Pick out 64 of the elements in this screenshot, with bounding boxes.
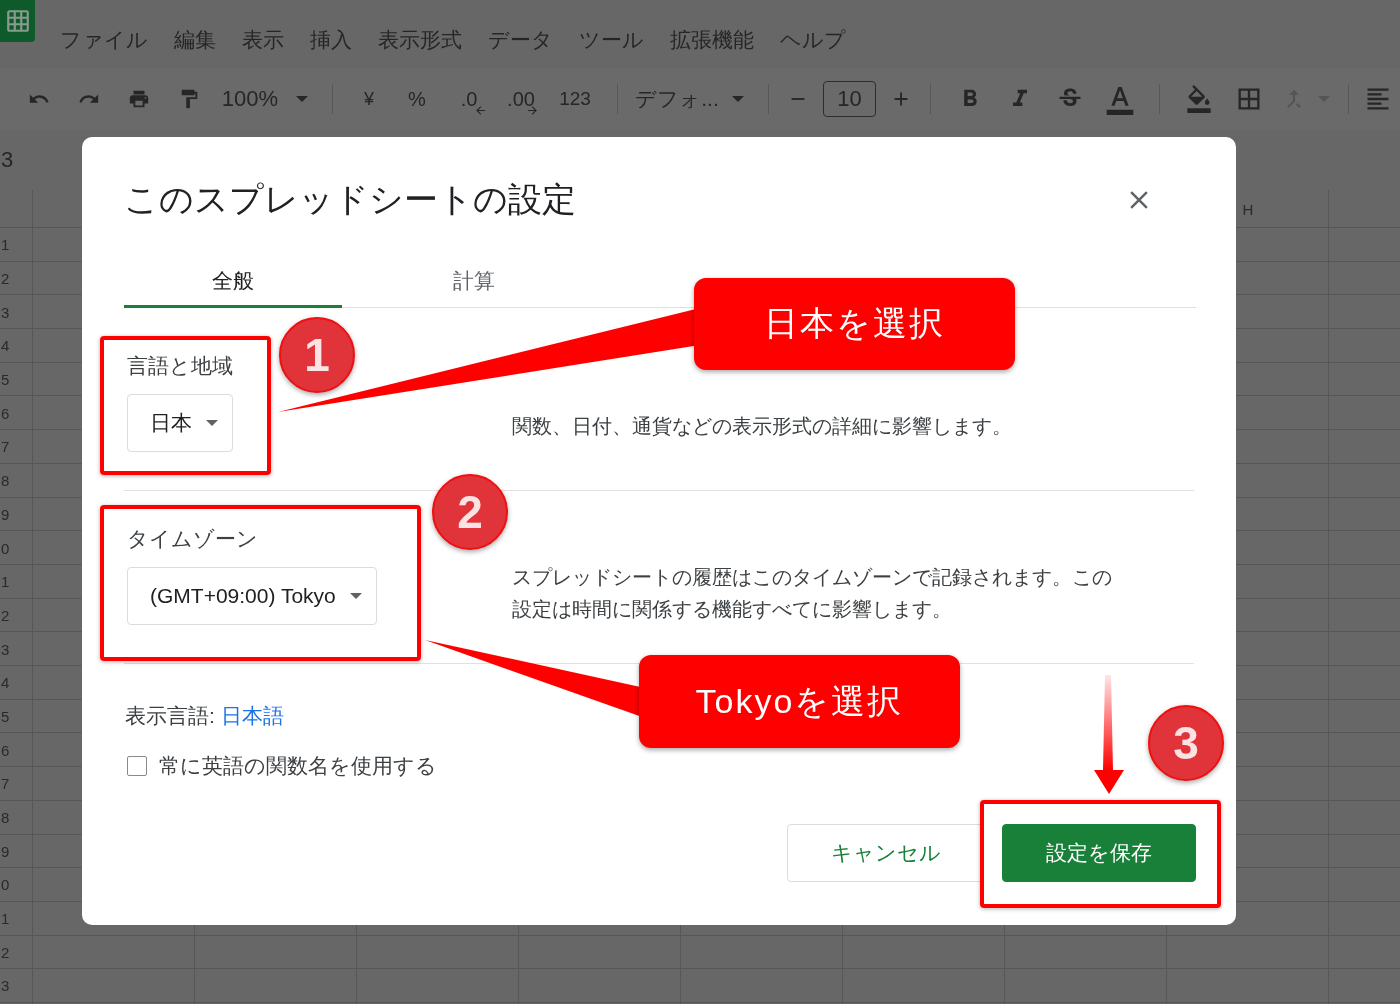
row-number: 6: [1, 741, 10, 759]
menu-item[interactable]: ヘルプ: [780, 26, 846, 54]
row-number: 8: [1, 809, 10, 827]
row-number: 4: [1, 674, 10, 692]
menu-item[interactable]: ツール: [579, 26, 644, 54]
menu-item[interactable]: 表示形式: [378, 26, 462, 54]
column-header: H: [1242, 200, 1254, 218]
font-size-field[interactable]: 10: [823, 81, 876, 117]
row-number: 1: [1, 236, 10, 254]
field-description: 関数、日付、通貨などの表示形式の詳細に影響します。: [512, 414, 1013, 439]
row-number: 5: [1, 707, 10, 725]
locale-select[interactable]: 日本: [127, 394, 233, 452]
tab[interactable]: 計算: [342, 267, 606, 308]
currency-button[interactable]: ¥: [347, 81, 391, 117]
checkbox-label: 常に英語の関数名を使用する: [159, 753, 437, 779]
dialog-title: このスプレッドシートの設定: [124, 179, 576, 220]
zoom-select[interactable]: 100%: [214, 81, 286, 117]
menu-item[interactable]: 表示: [242, 26, 284, 54]
left-arrow-icon: [474, 104, 487, 117]
field-label: 言語と地域: [127, 353, 233, 379]
row-number: 9: [1, 842, 10, 860]
row-number: 0: [1, 876, 10, 894]
row-number: 3: [1, 303, 10, 321]
row-number: 4: [1, 337, 10, 355]
menu-item[interactable]: ファイル: [60, 26, 148, 54]
row-number: 6: [1, 404, 10, 422]
timezone-select[interactable]: (GMT+09:00) Tokyo: [127, 567, 377, 625]
caret-icon: [349, 593, 362, 599]
field-label: タイムゾーン: [127, 526, 258, 552]
save-button[interactable]: 設定を保存: [1002, 824, 1196, 882]
menu-item[interactable]: 拡張機能: [670, 26, 754, 54]
row-number: 1: [1, 910, 10, 928]
row-number: 8: [1, 472, 10, 490]
field-description: スプレッドシートの履歴はこのタイムゾーンで記録されます。この設定は時間に関係する機能すべてに影響します。: [512, 565, 1113, 622]
caret-icon: [732, 96, 744, 102]
decrease-decimals-button[interactable]: .0: [443, 81, 495, 117]
menu-item[interactable]: 挿入: [310, 26, 352, 54]
callout: Tokyoを選択: [639, 655, 960, 748]
checkbox[interactable]: [127, 756, 147, 776]
row-number: 2: [1, 606, 10, 624]
row-number: 7: [1, 775, 10, 793]
row-number: 2: [1, 270, 10, 288]
caret-icon: [206, 420, 218, 426]
row-number: 5: [1, 371, 10, 389]
row-number: 2: [1, 943, 10, 961]
menu-item[interactable]: データ: [488, 26, 553, 54]
increase-decimals-button[interactable]: .00: [495, 81, 547, 117]
tab[interactable]: 全般: [124, 267, 342, 308]
row-number: 7: [1, 438, 10, 456]
right-arrow-icon: [526, 104, 539, 117]
row-number: 3: [1, 640, 10, 658]
caret-icon: [296, 96, 308, 102]
language-link[interactable]: 日本語: [220, 704, 284, 727]
row-number: 0: [1, 539, 10, 557]
row-number: 3: [1, 977, 10, 995]
percent-button[interactable]: %: [391, 81, 443, 117]
cell-reference: 3: [1, 147, 14, 173]
row-number: 1: [1, 573, 10, 591]
font-select[interactable]: デフォ...: [632, 81, 722, 117]
menu-item[interactable]: 編集: [174, 26, 216, 54]
row-number: 9: [1, 505, 10, 523]
sheets-logo-icon: [0, 0, 35, 42]
callout: 日本を選択: [694, 278, 1015, 370]
more-formats-button[interactable]: 123: [547, 81, 603, 117]
